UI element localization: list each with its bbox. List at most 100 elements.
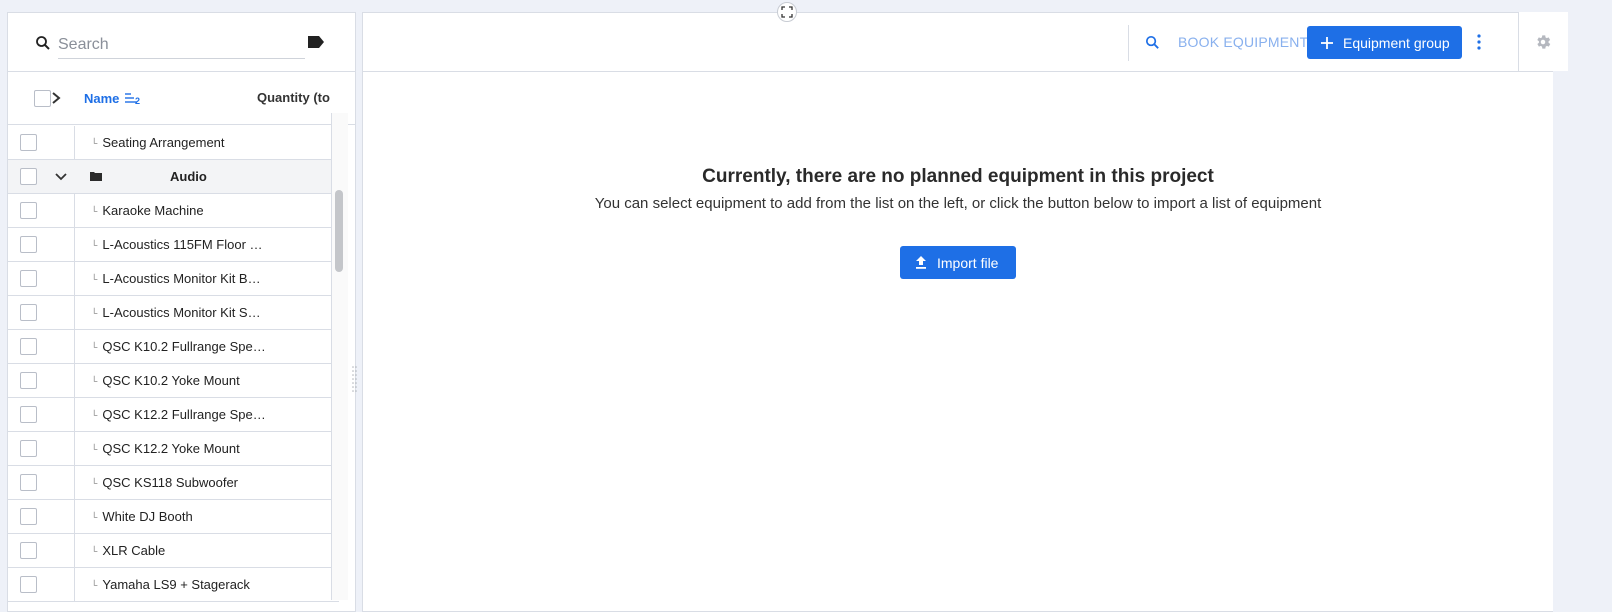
group-row[interactable]: Audio [8,160,339,194]
row-label-cell: └ QSC K12.2 Yoke Mount [75,441,240,456]
row-check-cell [8,194,75,227]
table-row[interactable]: └ L-Acoustics 115FM Floor … [8,228,339,262]
add-equipment-group-button[interactable]: Equipment group [1307,26,1462,59]
row-check-cell [8,568,75,601]
row-label-cell: └ Karaoke Machine [75,203,204,218]
row-check-cell [8,364,75,397]
more-vert-icon[interactable] [1473,33,1485,51]
search-icon[interactable] [1144,34,1161,51]
row-check-cell [8,432,75,465]
planned-equipment-panel: BOOK EQUIPMENT Equipment group [362,12,1558,612]
name-column-header[interactable]: Name 2 [84,90,141,107]
row-label-cell: └ XLR Cable [75,543,165,558]
row-check-cell [8,126,75,159]
row-checkbox[interactable] [20,338,37,355]
table-row[interactable]: └ QSC KS118 Subwoofer [8,466,339,500]
row-check-cell [8,466,75,499]
row-checkbox[interactable] [20,474,37,491]
row-label-cell: └ QSC K10.2 Yoke Mount [75,373,240,388]
row-label: QSC KS118 Subwoofer [102,475,239,490]
table-row[interactable]: └ XLR Cable [8,534,339,568]
search-input[interactable] [58,31,305,59]
right-gutter [1553,71,1568,612]
row-checkbox[interactable] [20,236,37,253]
row-label-cell: └ Seating Arrangement [75,135,225,150]
row-checkbox[interactable] [20,372,37,389]
row-checkbox[interactable] [20,202,37,219]
table-row[interactable]: └ QSC K12.2 Yoke Mount [8,432,339,466]
row-checkbox[interactable] [20,576,37,593]
row-label: Yamaha LS9 + Stagerack [102,577,250,592]
row-label: QSC K12.2 Fullrange Spe… [102,407,266,422]
tree-branch-icon: └ [91,545,98,556]
tree-branch-icon: └ [91,205,98,216]
tree-branch-icon: └ [91,409,98,420]
fullscreen-toggle[interactable] [777,2,797,22]
table-row[interactable]: └ White DJ Booth [8,500,339,534]
select-all-cell [8,72,76,124]
tag-icon[interactable] [307,35,325,49]
row-check-cell [8,262,75,295]
row-label: L-Acoustics Monitor Kit B… [102,271,261,286]
quantity-column-header[interactable]: Quantity (to [257,90,330,105]
row-label: L-Acoustics 115FM Floor … [102,237,263,252]
row-label: White DJ Booth [102,509,193,524]
row-check-cell [8,296,75,329]
table-row[interactable]: └ Seating Arrangement [8,126,339,160]
row-label: L-Acoustics Monitor Kit S… [102,305,261,320]
empty-state-title: Currently, there are no planned equipmen… [702,166,1214,187]
row-checkbox[interactable] [20,406,37,423]
tree-branch-icon: └ [91,443,98,454]
tree-branch-icon: └ [91,137,98,148]
equipment-list-panel: Name 2 Quantity (to └ Seating Arrangement… [7,12,356,612]
row-label-cell: └ QSC K12.2 Fullrange Spe… [75,407,266,422]
toolbar-divider [1128,25,1129,61]
import-file-label: Import file [937,254,999,271]
search-icon [36,36,50,50]
table-row[interactable]: └ QSC K12.2 Fullrange Spe… [8,398,339,432]
row-checkbox[interactable] [20,542,37,559]
row-checkbox[interactable] [20,304,37,321]
row-checkbox[interactable] [20,134,37,151]
row-label: XLR Cable [102,543,166,558]
equipment-rows: └ Seating Arrangement Audio └ Karaoke Machin… [8,126,339,602]
list-scrollbar-track[interactable] [331,113,348,600]
table-row[interactable]: └ QSC K10.2 Fullrange Spe… [8,330,339,364]
row-checkbox[interactable] [20,168,37,185]
table-row[interactable]: └ L-Acoustics Monitor Kit S… [8,296,339,330]
row-label-cell: └ White DJ Booth [75,509,193,524]
import-file-button[interactable]: Import file [900,246,1016,279]
plus-icon [1321,36,1333,49]
sort-order-number: 2 [135,96,141,106]
panel-resize-handle[interactable] [352,365,357,395]
row-check-cell [8,500,75,533]
chevron-right-icon[interactable] [48,90,64,106]
table-row[interactable]: └ Karaoke Machine [8,194,339,228]
table-row[interactable]: └ Yamaha LS9 + Stagerack [8,568,339,602]
add-equipment-group-label: Equipment group [1343,34,1450,51]
row-checkbox[interactable] [20,440,37,457]
row-label-cell: └ L-Acoustics Monitor Kit S… [75,305,261,320]
table-row[interactable]: └ QSC K10.2 Yoke Mount [8,364,339,398]
row-check-cell [8,228,75,261]
row-checkbox[interactable] [20,508,37,525]
row-label-cell: └ L-Acoustics 115FM Floor … [75,237,263,252]
tree-branch-icon: └ [91,273,98,284]
row-label-cell: └ L-Acoustics Monitor Kit B… [75,271,261,286]
chevron-down-icon[interactable] [54,171,68,183]
table-row[interactable]: └ L-Acoustics Monitor Kit B… [8,262,339,296]
grid-header: Name 2 Quantity (to [8,72,355,125]
tree-branch-icon: └ [91,477,98,488]
list-scrollbar-thumb[interactable] [335,190,343,272]
row-label: Seating Arrangement [102,135,225,150]
row-label: Karaoke Machine [102,203,204,218]
tree-branch-icon: └ [91,239,98,250]
empty-state-subtitle: You can select equipment to add from the… [594,195,1322,212]
row-check-cell [8,398,75,431]
tree-branch-icon: └ [91,511,98,522]
book-equipment-button[interactable]: BOOK EQUIPMENT [1178,34,1308,50]
expand-icon [781,6,793,18]
tree-branch-icon: └ [91,341,98,352]
row-checkbox[interactable] [20,270,37,287]
gear-icon[interactable] [1534,33,1552,51]
